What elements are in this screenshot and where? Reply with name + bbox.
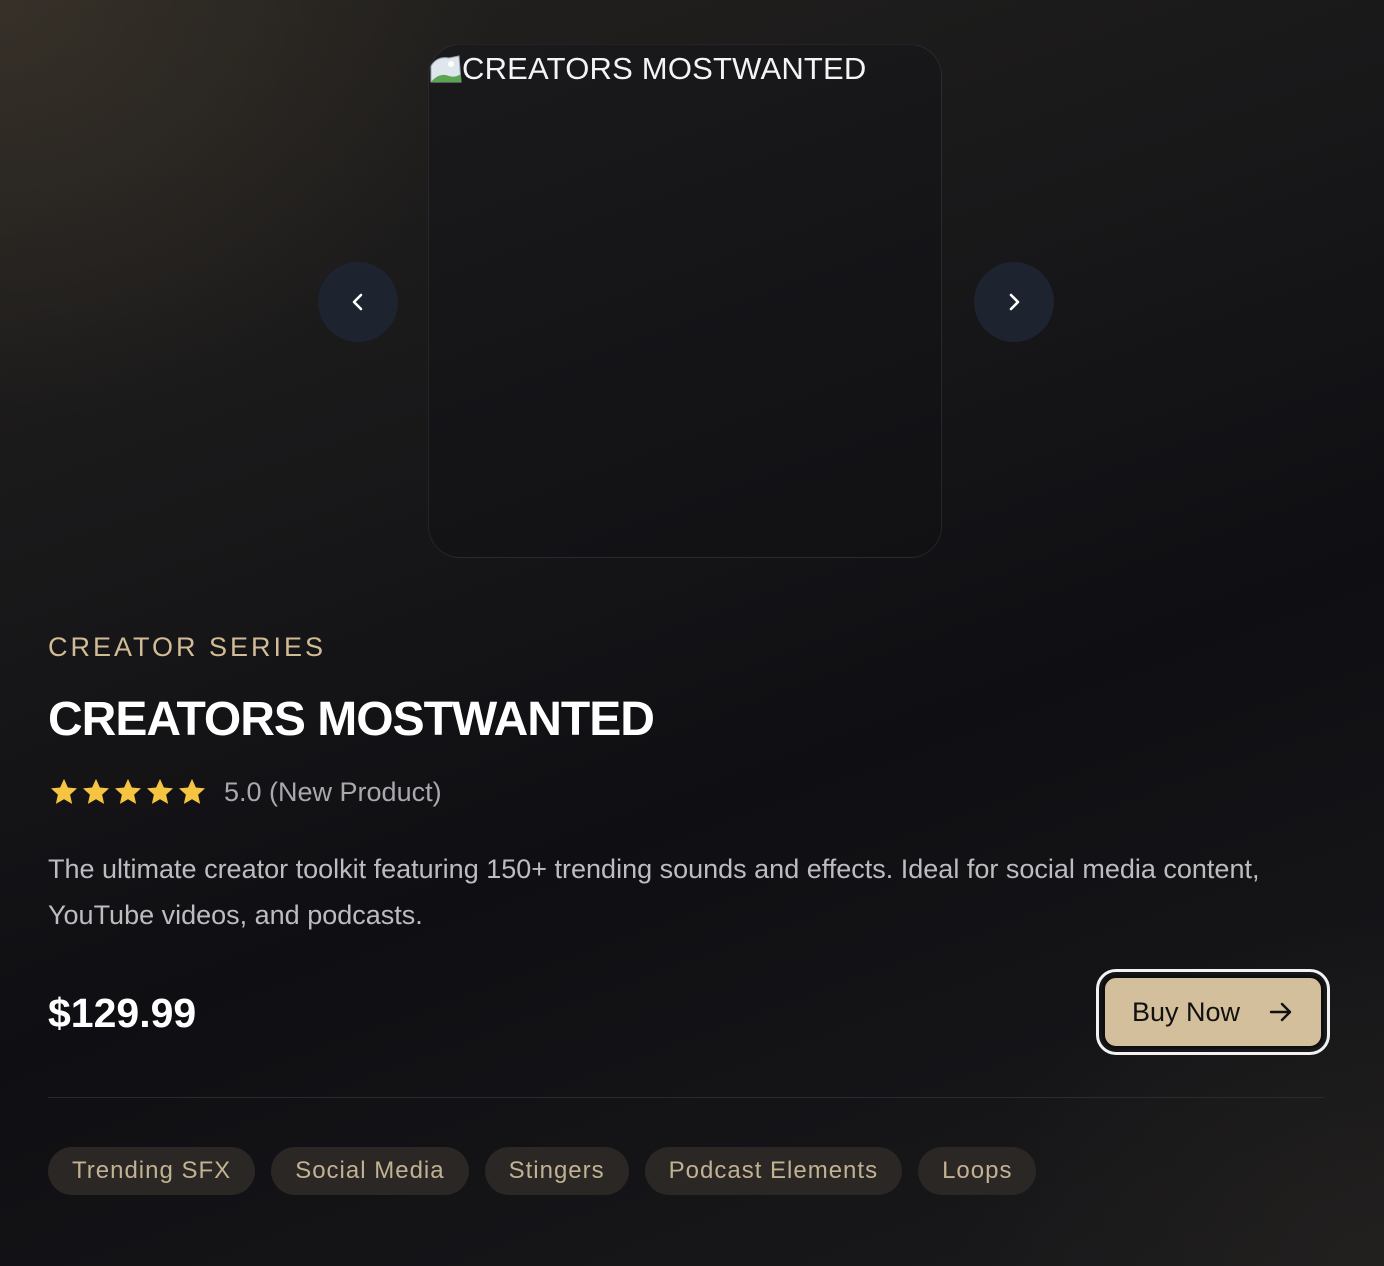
divider xyxy=(48,1097,1324,1098)
star-icon xyxy=(114,778,142,804)
buy-now-button-body[interactable]: Buy Now xyxy=(1102,975,1324,1049)
rating: 5.0 (New Product) xyxy=(48,776,442,808)
series-label: CREATOR SERIES xyxy=(48,632,327,662)
rating-text: 5.0 (New Product) xyxy=(224,776,442,807)
broken-image-icon xyxy=(429,52,463,86)
product-title: CREATORS MOSTWANTED xyxy=(48,693,655,746)
product-image: CREATORS MOSTWANTED xyxy=(429,47,867,91)
arrow-right-icon xyxy=(1269,1002,1292,1022)
buy-now-button[interactable]: Buy Now xyxy=(1096,969,1330,1055)
buy-now-label: Buy Now xyxy=(1131,996,1241,1027)
product-gallery: CREATORS MOSTWANTED xyxy=(0,0,1384,580)
product-image-alt-text: CREATORS MOSTWANTED xyxy=(462,51,867,86)
tag-list: Trending SFX Social Media Stingers Podca… xyxy=(48,1147,1037,1195)
next-image-button[interactable] xyxy=(974,262,1054,342)
previous-image-button[interactable] xyxy=(318,262,398,342)
star-icon xyxy=(82,778,110,804)
star-icon xyxy=(146,778,174,804)
star-icon xyxy=(178,778,206,804)
star-rating xyxy=(48,776,208,808)
tag-chip[interactable]: Trending SFX xyxy=(48,1147,256,1195)
tag-chip[interactable]: Loops xyxy=(918,1147,1037,1195)
chevron-left-icon xyxy=(352,293,363,311)
chevron-right-icon xyxy=(1009,293,1020,311)
tag-chip[interactable]: Podcast Elements xyxy=(644,1147,903,1195)
product-description: The ultimate creator toolkit featuring 1… xyxy=(48,854,1260,930)
star-icon xyxy=(50,778,78,804)
tag-chip[interactable]: Social Media xyxy=(271,1147,469,1195)
tag-chip[interactable]: Stingers xyxy=(484,1147,629,1195)
product-price: $129.99 xyxy=(48,990,197,1036)
product-image-frame: CREATORS MOSTWANTED xyxy=(428,44,942,558)
